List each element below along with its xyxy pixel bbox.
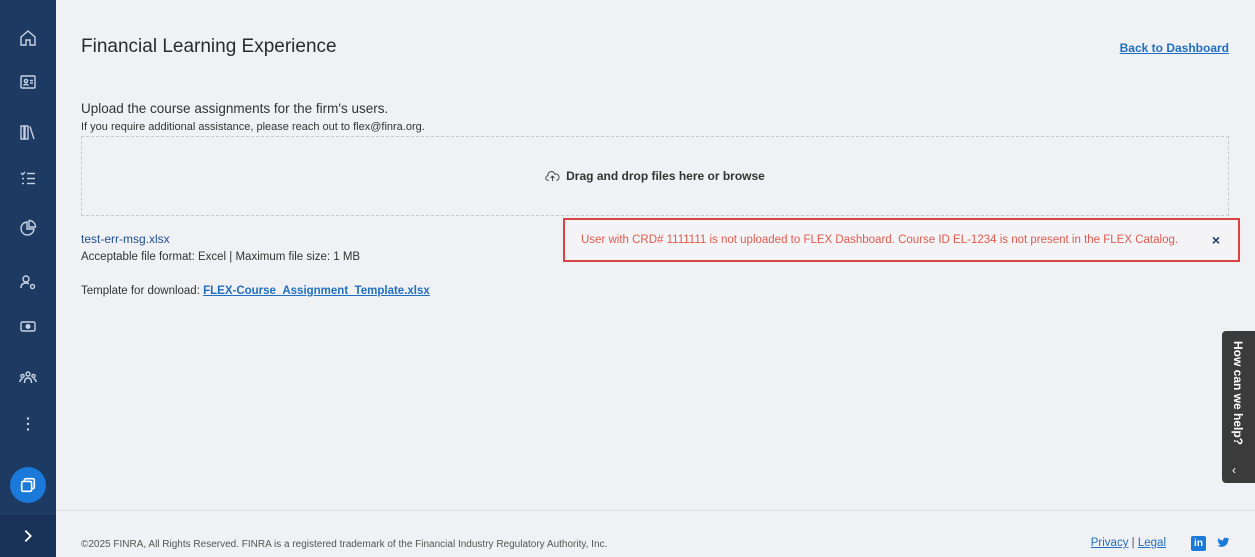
template-download-link[interactable]: FLEX-Course_Assignment_Template.xlsx (203, 285, 430, 297)
template-download: Template for download: FLEX-Course_Assig… (81, 285, 430, 297)
upload-help-text: If you require additional assistance, pl… (81, 121, 425, 133)
copyright-text: ©2025 FINRA, All Rights Reserved. FINRA … (81, 539, 608, 550)
template-prefix: Template for download: (81, 285, 200, 297)
help-tab[interactable]: How can we help? ‹ (1222, 331, 1255, 483)
linkedin-icon[interactable]: in (1191, 536, 1206, 551)
file-format-info: Acceptable file format: Excel | Maximum … (81, 251, 361, 263)
footer-separator: | (1131, 537, 1135, 549)
users-group-icon (19, 371, 37, 384)
nav-profile[interactable] (0, 64, 56, 100)
library-icon (20, 125, 35, 140)
footer: ©2025 FINRA, All Rights Reserved. FINRA … (56, 510, 1255, 557)
nav-payments[interactable] (0, 308, 56, 344)
money-icon (20, 321, 36, 332)
file-dropzone[interactable]: Drag and drop files here or browse (81, 136, 1229, 216)
nav-reports[interactable] (0, 210, 56, 246)
chevron-right-icon (24, 529, 32, 543)
nav-home[interactable] (0, 20, 56, 56)
pie-chart-icon (20, 219, 37, 236)
uploaded-file-name: test-err-msg.xlsx (81, 232, 170, 246)
main-content: Financial Learning Experience Back to Da… (56, 0, 1255, 557)
cloud-upload-icon (545, 169, 560, 184)
home-icon (20, 30, 36, 46)
help-tab-label: How can we help? (1231, 341, 1245, 446)
dropzone-label: Drag and drop files here or browse (566, 169, 765, 183)
sidebar-expand-button[interactable] (0, 515, 56, 557)
upload-intro: Upload the course assignments for the fi… (81, 101, 389, 116)
privacy-link[interactable]: Privacy (1091, 537, 1129, 549)
nav-users[interactable] (0, 360, 56, 396)
nav-checklist[interactable] (0, 160, 56, 196)
error-message: User with CRD# 1111111 is not uploaded t… (581, 234, 1179, 246)
twitter-icon[interactable] (1216, 535, 1231, 555)
checklist-icon (20, 171, 35, 185)
nav-course-assignment-active[interactable] (10, 467, 46, 503)
sidebar (0, 0, 56, 557)
more-vertical-icon (26, 417, 30, 431)
error-alert: User with CRD# 1111111 is not uploaded t… (563, 218, 1240, 262)
legal-link[interactable]: Legal (1138, 537, 1166, 549)
chevron-left-icon: ‹ (1232, 463, 1236, 477)
close-icon[interactable]: × (1212, 232, 1220, 248)
back-to-dashboard-link[interactable]: Back to Dashboard (1120, 41, 1229, 55)
nav-library[interactable] (0, 114, 56, 150)
id-card-icon (20, 75, 36, 89)
page-title: Financial Learning Experience (81, 36, 337, 57)
footer-links: Privacy | Legal (1091, 537, 1166, 549)
window-icon (20, 477, 36, 493)
nav-user-settings[interactable] (0, 264, 56, 300)
user-settings-icon (20, 275, 36, 290)
nav-more[interactable] (0, 406, 56, 442)
